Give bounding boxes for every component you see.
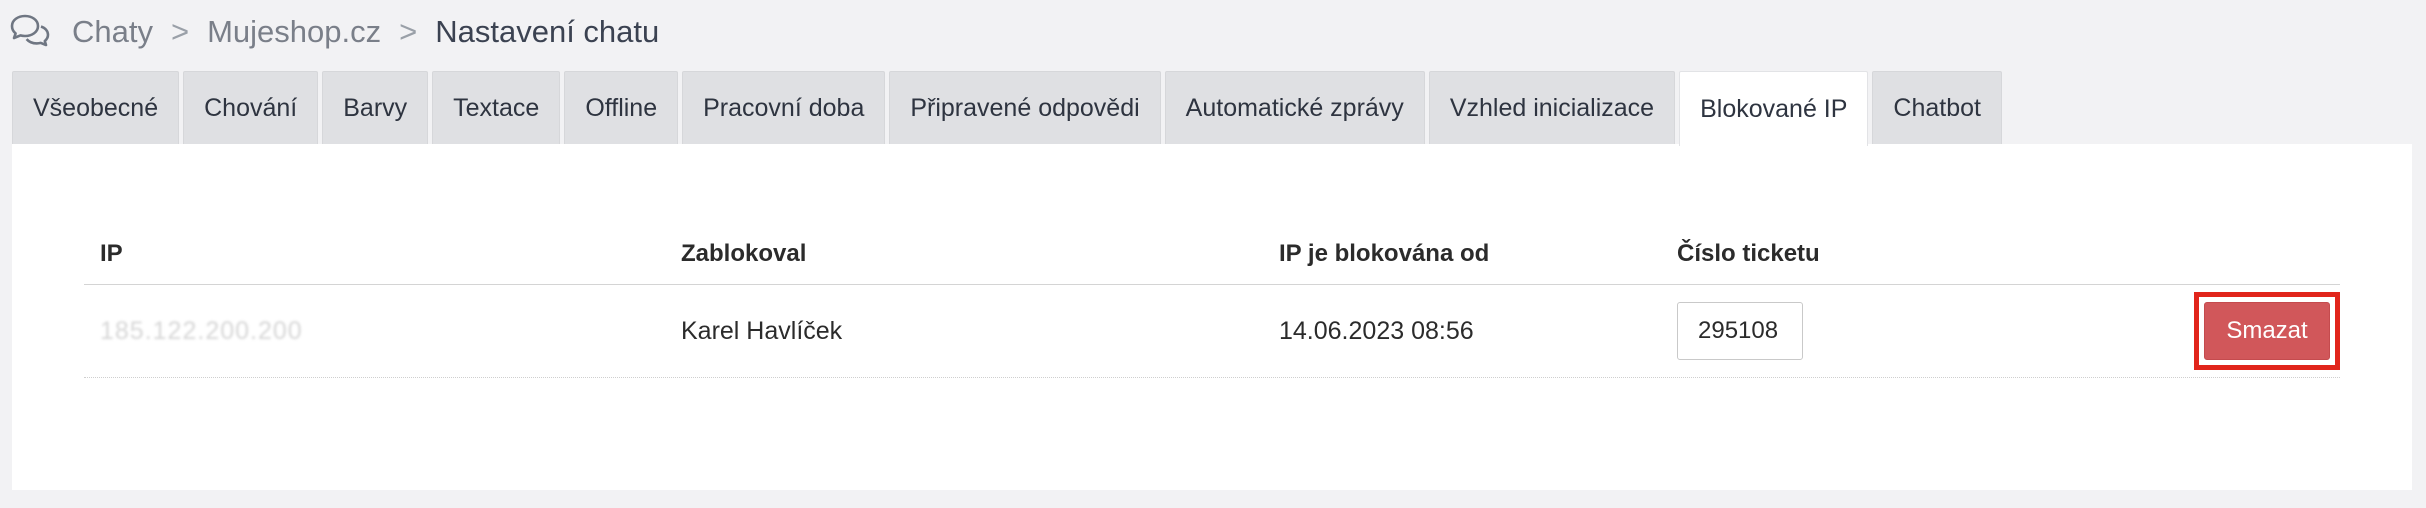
tab-initialization-look[interactable]: Vzhled inicializace (1428, 71, 1676, 144)
breadcrumb-chats-link[interactable]: Chaty (72, 14, 153, 50)
tab-behavior[interactable]: Chování (183, 71, 319, 144)
tab-working-hours[interactable]: Pracovní doba (682, 71, 886, 144)
chat-bubbles-icon (10, 14, 50, 47)
tab-chatbot[interactable]: Chatbot (1872, 71, 2002, 144)
blocked-since-cell: 14.06.2023 08:56 (1279, 316, 1474, 345)
tab-offline[interactable]: Offline (564, 71, 679, 144)
breadcrumb-separator: > (399, 14, 418, 49)
column-header-blocked-since: IP je blokována od (1279, 240, 1490, 267)
ip-cell: 185.122.200.200 (84, 317, 681, 346)
table-header: IP Zablokoval IP je blokována od Číslo t… (84, 224, 2340, 285)
tab-texts[interactable]: Textace (432, 71, 561, 144)
blocked-ip-panel: IP Zablokoval IP je blokována od Číslo t… (12, 144, 2412, 490)
actions-cell: Smazat (2077, 292, 2340, 370)
blocked-ip-table: IP Zablokoval IP je blokována od Číslo t… (84, 224, 2340, 378)
column-header-ip: IP (100, 240, 123, 267)
settings-tabs: Všeobecné Chování Barvy Textace Offline … (12, 71, 2006, 146)
ip-address: 185.122.200.200 (100, 316, 303, 345)
tab-automatic-messages[interactable]: Automatické zprávy (1164, 71, 1425, 144)
column-header-blocked-by: Zablokoval (681, 240, 807, 267)
breadcrumb-shop-link[interactable]: Mujeshop.cz (207, 14, 381, 50)
breadcrumb-separator: > (170, 14, 190, 49)
ticket-number-field[interactable] (1677, 302, 1803, 360)
delete-button[interactable]: Smazat (2204, 302, 2330, 360)
tab-colors[interactable]: Barvy (322, 71, 429, 144)
tab-blocked-ip[interactable]: Blokované IP (1679, 71, 1869, 146)
blocked-by-cell: Karel Havlíček (681, 316, 843, 345)
table-row: 185.122.200.200 Karel Havlíček 14.06.202… (84, 285, 2340, 378)
ticket-cell (1677, 302, 2077, 360)
column-header-ticket: Číslo ticketu (1677, 240, 1820, 267)
delete-highlight: Smazat (2194, 292, 2340, 370)
tab-general[interactable]: Všeobecné (12, 71, 180, 144)
breadcrumb: Chaty > Mujeshop.cz > Nastavení chatu (8, 0, 659, 64)
page-title: Nastavení chatu (435, 14, 660, 49)
tab-prepared-replies[interactable]: Připravené odpovědi (889, 71, 1161, 144)
